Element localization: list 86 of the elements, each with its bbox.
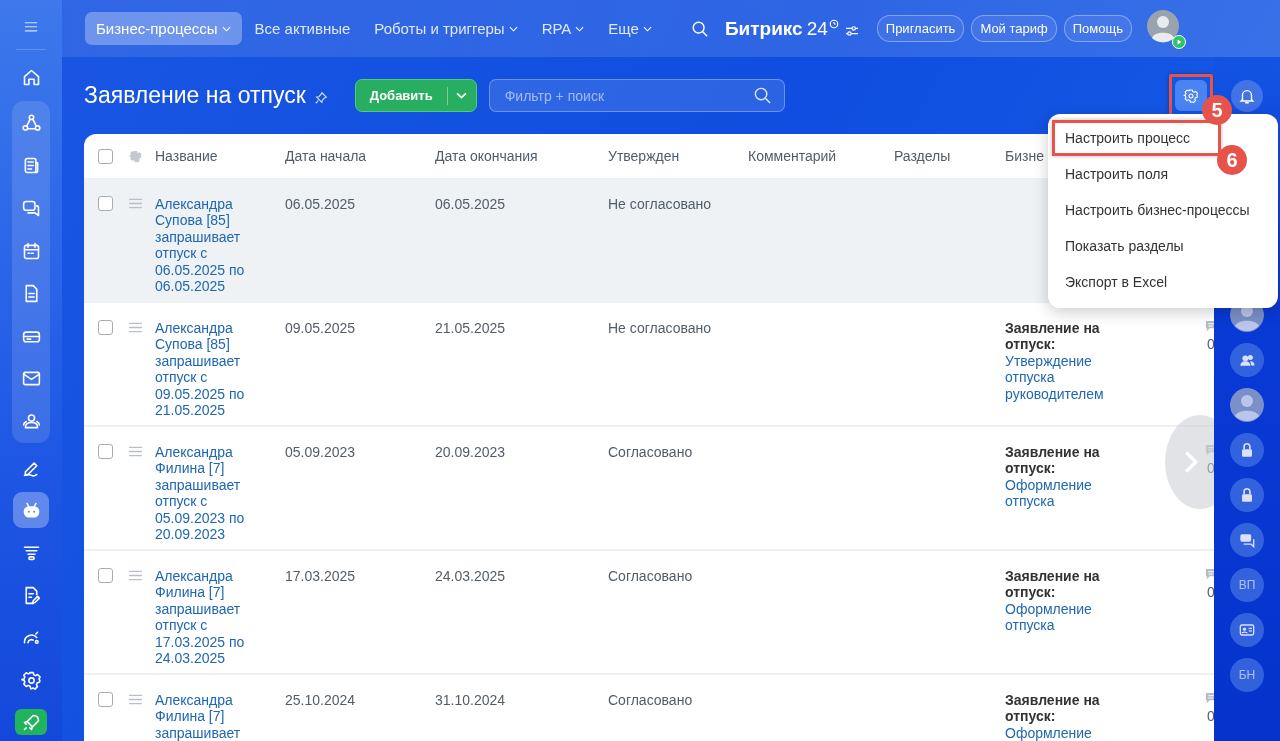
chat-icon[interactable] — [1230, 523, 1264, 557]
rocket-icon[interactable] — [15, 709, 47, 735]
request-link[interactable]: Александра Филина [7] запрашивает — [155, 692, 285, 741]
request-link[interactable]: Александра Супова [85] запрашивает отпуск с 06.05.2025 по 06.05.2025 — [155, 196, 285, 295]
process-title: Заявление на отпуск: — [1005, 320, 1101, 353]
caret-icon — [575, 25, 585, 32]
group-icon[interactable] — [1230, 343, 1264, 377]
table-cell-text: 05.09.2023 — [285, 444, 357, 461]
search-icon[interactable] — [752, 86, 772, 105]
table-cell-text: 21.05.2025 — [435, 320, 507, 337]
process-stage-link[interactable]: Оформление отпуска — [1005, 476, 1117, 510]
process-stage-link[interactable]: Оформление отпуска — [1005, 600, 1117, 634]
column-header[interactable]: Разделы — [894, 148, 1005, 164]
process-title: Заявление на отпуск: — [1005, 692, 1101, 725]
column-header[interactable]: Дата окончания — [435, 148, 608, 164]
nav-tab[interactable]: RPA — [530, 12, 596, 45]
comment-count: 0 — [1207, 460, 1214, 477]
drag-handle-icon[interactable] — [128, 446, 143, 457]
contact-avatar[interactable] — [1230, 388, 1264, 422]
process-stage-link[interactable]: Оформление — [1005, 724, 1117, 741]
contact-card-icon[interactable] — [1230, 613, 1264, 647]
logo-name: Битрикс — [724, 16, 803, 41]
process-stage-link[interactable]: Утверждение отпуска руководителем — [1005, 352, 1117, 403]
header-button[interactable]: Помощь — [1063, 15, 1132, 42]
row-checkbox[interactable] — [98, 320, 113, 335]
lock-icon[interactable] — [1230, 433, 1264, 467]
caret-icon — [642, 25, 652, 32]
request-link[interactable]: Александра Филина [7] запрашивает отпуск с 05.09.2023 по 20.09.2023 — [155, 444, 285, 543]
table-cell-text: Не согласовано — [608, 196, 712, 213]
process-title: Заявление на отпуск: — [1005, 444, 1101, 477]
notifications-bell-icon[interactable] — [1231, 80, 1263, 112]
drag-handle-icon[interactable] — [128, 570, 143, 581]
header-button[interactable]: Пригласить — [876, 15, 965, 42]
search-icon[interactable] — [690, 19, 709, 38]
pin-icon[interactable] — [313, 90, 328, 105]
table-cell-text: Согласовано — [608, 444, 694, 461]
settings-button[interactable] — [1175, 80, 1207, 111]
nav-tab[interactable]: Роботы и триггеры — [363, 12, 529, 45]
menu-item[interactable]: Показать разделы — [1048, 228, 1196, 264]
row-checkbox[interactable] — [98, 692, 113, 707]
column-header[interactable]: Дата начала — [285, 148, 435, 164]
request-link[interactable]: Александра Супова [85] запрашивает отпуск с 09.05.2025 по 21.05.2025 — [155, 320, 285, 419]
header-button[interactable]: Мой тариф — [971, 15, 1057, 42]
page-title: Заявление на отпуск — [84, 82, 306, 109]
table-cell-text: Не согласовано — [608, 320, 712, 337]
caret-icon — [508, 25, 518, 32]
column-header[interactable]: Утвержден — [608, 148, 748, 164]
drag-handle-icon[interactable] — [128, 322, 143, 333]
table-cell-text: 25.10.2024 — [285, 692, 357, 709]
table-cell-text: 24.03.2025 — [435, 568, 507, 585]
row-checkbox[interactable] — [98, 196, 113, 211]
column-header[interactable]: Комментарий — [748, 148, 894, 164]
row-checkbox[interactable] — [98, 444, 113, 459]
user-avatar[interactable] — [1145, 8, 1186, 49]
robot-icon[interactable] — [13, 492, 49, 529]
menu-icon[interactable] — [22, 22, 40, 32]
select-all-checkbox[interactable] — [98, 148, 113, 164]
request-link[interactable]: Александра Филина [7] запрашивает отпуск с 17.03.2025 по 24.03.2025 — [155, 568, 285, 667]
table-cell-text: 06.05.2025 — [285, 196, 357, 213]
table-cell-text: Согласовано — [608, 568, 694, 585]
callout-number: 5 — [1202, 95, 1232, 125]
comment-count: 0 — [1207, 584, 1214, 601]
nav-tab[interactable]: Все активные — [243, 12, 362, 45]
row-checkbox[interactable] — [98, 568, 113, 583]
logo-number: 24 — [806, 16, 828, 41]
table-cell-text: 20.09.2023 — [435, 444, 507, 461]
column-header[interactable]: Название — [155, 148, 285, 164]
caret-icon — [221, 25, 231, 32]
table-cell-text: 06.05.2025 — [435, 196, 507, 213]
table-cell-text: 17.03.2025 — [285, 568, 357, 585]
menu-item[interactable]: Экспорт в Excel — [1048, 264, 1180, 300]
comment-count: 0 — [1207, 336, 1214, 353]
process-title: Заявление на отпуск: — [1005, 568, 1101, 601]
nav-tab[interactable]: Еще — [597, 12, 663, 45]
menu-item[interactable]: Настроить бизнес-процессы — [1048, 192, 1262, 228]
drag-handle-icon[interactable] — [128, 694, 143, 705]
caret-icon[interactable] — [455, 92, 467, 99]
table-cell-text: 09.05.2025 — [285, 320, 357, 337]
menu-item[interactable]: Настроить поля — [1048, 156, 1181, 192]
table-cell-text: Согласовано — [608, 692, 694, 709]
sliders-icon[interactable] — [844, 24, 859, 37]
table-cell-text: 31.10.2024 — [435, 692, 507, 709]
comment-count: 0 — [1207, 708, 1214, 725]
clock-icon — [828, 18, 839, 29]
drag-handle-icon[interactable] — [128, 198, 143, 209]
lock-icon[interactable] — [1230, 478, 1264, 512]
